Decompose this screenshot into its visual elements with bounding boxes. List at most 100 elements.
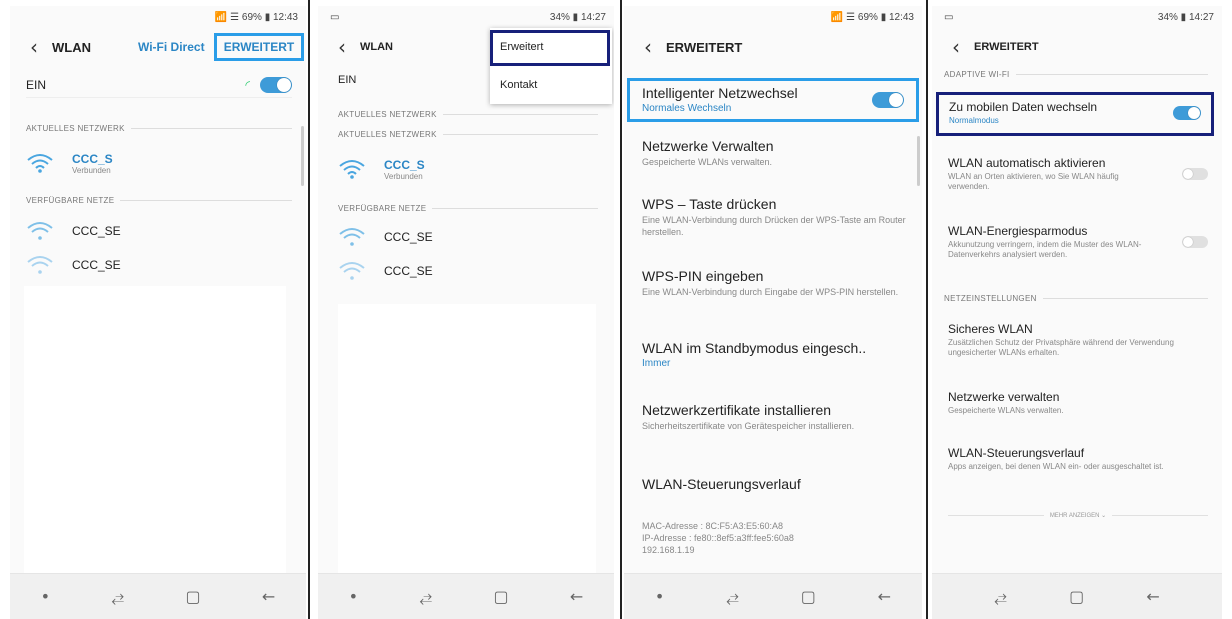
network-name: CCC_SE <box>384 264 433 278</box>
recent-apps-icon[interactable]: ⥄ <box>726 587 739 607</box>
wifi-icon <box>339 160 365 179</box>
loading-spinner-icon: ◜ <box>245 77 250 92</box>
secure-wlan-item[interactable]: Sicheres WLAN Zusätzlichen Schutz der Pr… <box>948 322 1208 358</box>
current-network-item[interactable]: CCC_S Verbunden <box>26 144 113 182</box>
home-icon[interactable]: ▢ <box>185 587 200 606</box>
section-network-settings: NETZEINSTELLUNGEN <box>944 294 1208 303</box>
recent-apps-icon[interactable]: ⥄ <box>111 587 124 607</box>
network-name: CCC_SE <box>384 230 433 244</box>
section-adaptive-wifi: ADAPTIVE WI-FI <box>944 70 1208 79</box>
back-icon[interactable]: ← <box>262 587 275 606</box>
recent-apps-icon[interactable]: ⥄ <box>994 587 1007 607</box>
intelligent-switch-row[interactable]: Intelligenter Netzwechsel Normales Wechs… <box>627 78 919 122</box>
mobile-data-switch-row[interactable]: Zu mobilen Daten wechseln Normalmodus <box>936 92 1214 136</box>
item-subtitle: Normalmodus <box>949 116 999 125</box>
item-title: WLAN-Steuerungsverlauf <box>642 476 801 492</box>
item-title: WLAN automatisch aktivieren <box>948 156 1106 170</box>
item-subtitle: Immer <box>642 358 671 369</box>
status-bar: ▭ 34% ▮ 14:27 <box>330 11 606 23</box>
wifi-icon <box>27 222 53 240</box>
scrollbar[interactable] <box>301 126 304 186</box>
back-arrow-icon[interactable]: ‹ <box>20 35 48 59</box>
nav-bar: ⥄ ▢ ← <box>932 573 1222 619</box>
home-icon[interactable]: ▢ <box>1069 587 1084 606</box>
energy-saving-item[interactable]: WLAN-Energiesparmodus Akkunutzung verrin… <box>948 224 1208 260</box>
manage-networks-item[interactable]: Netzwerke verwalten Gespeicherte WLANs v… <box>948 390 1208 416</box>
wlan-toggle-row[interactable]: EIN ◜ <box>26 72 292 98</box>
network-name: CCC_S <box>72 151 113 166</box>
toggle-label: EIN <box>26 77 47 92</box>
item-subtitle: Zusätzlichen Schutz der Privatsphäre wäh… <box>948 338 1174 357</box>
dot-icon[interactable]: • <box>655 587 664 606</box>
wifi-icon <box>27 256 53 274</box>
network-status: Verbunden <box>72 165 111 175</box>
back-arrow-icon[interactable]: ‹ <box>328 35 356 59</box>
show-more-row[interactable]: MEHR ANZEIGEN ⌄ <box>948 512 1208 519</box>
recent-apps-icon[interactable]: ⥄ <box>419 587 432 607</box>
show-more-button[interactable]: MEHR ANZEIGEN ⌄ <box>1050 512 1106 519</box>
intelligent-switch-toggle[interactable] <box>872 92 904 108</box>
screen-erweitert: 📶 ☰ 69% ▮ 12:43 ‹ ERWEITERT Intelligente… <box>624 6 922 619</box>
available-network-item[interactable]: CCC_SE <box>338 252 433 290</box>
item-title: Netzwerke Verwalten <box>642 138 774 154</box>
item-subtitle: Apps anzeigen, bei denen WLAN ein- oder … <box>948 462 1164 471</box>
status-bar: 📶 ☰ 69% ▮ 12:43 <box>830 11 914 23</box>
toggle-label: EIN <box>338 74 357 86</box>
back-icon[interactable]: ← <box>570 587 583 606</box>
wps-button-item[interactable]: WPS – Taste drücken Eine WLAN-Verbindung… <box>642 196 908 238</box>
status-bar: 📶 ☰ 69% ▮ 12:43 <box>214 11 298 23</box>
home-icon[interactable]: ▢ <box>493 587 508 606</box>
panel-divider <box>308 0 310 619</box>
control-history-item[interactable]: WLAN-Steuerungsverlauf Apps anzeigen, be… <box>948 446 1208 472</box>
app-bar: ‹ ERWEITERT <box>624 30 922 64</box>
section-current-network: AKTUELLES NETZWERK <box>338 130 598 139</box>
panel-divider <box>926 0 928 619</box>
screen-wlan: 📶 ☰ 69% ▮ 12:43 ‹ WLAN Wi-Fi Direct ERWE… <box>10 6 306 619</box>
available-network-item[interactable]: CCC_SE <box>338 218 433 256</box>
standby-mode-item[interactable]: WLAN im Standbymodus eingesch.. Immer <box>642 340 908 370</box>
nav-bar: • ⥄ ▢ ← <box>318 573 614 619</box>
item-title: Netzwerkzertifikate installieren <box>642 402 832 418</box>
mobile-data-toggle[interactable] <box>1173 106 1201 120</box>
back-icon[interactable]: ← <box>878 587 891 606</box>
item-subtitle: Akkunutzung verringern, indem die Muster… <box>948 240 1142 259</box>
menu-item-kontakt[interactable]: Kontakt <box>490 66 612 104</box>
back-icon[interactable]: ← <box>1146 587 1159 606</box>
scrollbar[interactable] <box>917 136 920 186</box>
item-subtitle: Gespeicherte WLANs verwalten. <box>642 157 773 167</box>
page-title: ERWEITERT <box>974 41 1039 53</box>
install-certificates-item[interactable]: Netzwerkzertifikate installieren Sicherh… <box>642 402 908 432</box>
control-history-item[interactable]: WLAN-Steuerungsverlauf <box>642 476 908 492</box>
dot-icon[interactable]: • <box>41 587 50 606</box>
current-network-item[interactable]: CCC_S Verbunden <box>338 150 425 188</box>
screen-wlan-menu: ▭ 34% ▮ 14:27 ‹ WLAN EIN AKTUELLES NETZW… <box>318 6 614 619</box>
mac-address: MAC-Adresse : 8C:F5:A3:E5:60:A8 <box>642 521 784 531</box>
back-arrow-icon[interactable]: ‹ <box>634 35 662 59</box>
section-current-network: AKTUELLES NETZWERK <box>338 110 598 119</box>
auto-enable-toggle[interactable] <box>1182 168 1208 180</box>
energy-saving-toggle[interactable] <box>1182 236 1208 248</box>
available-network-item[interactable]: CCC_SE <box>26 212 121 250</box>
redacted-area <box>24 286 286 576</box>
page-title: ERWEITERT <box>666 39 743 55</box>
notification-icon: ▭ <box>944 11 954 23</box>
item-subtitle: WLAN an Orten aktivieren, wo Sie WLAN hä… <box>948 172 1119 191</box>
available-network-item[interactable]: CCC_SE <box>26 246 121 284</box>
back-arrow-icon[interactable]: ‹ <box>942 35 970 59</box>
wifi-direct-button[interactable]: Wi-Fi Direct <box>138 40 205 54</box>
item-title: WLAN-Steuerungsverlauf <box>948 446 1085 460</box>
dot-icon[interactable]: • <box>349 587 358 606</box>
screen-erweitert-adaptive: ▭ 34% ▮ 14:27 ‹ ERWEITERT ADAPTIVE WI-FI… <box>932 6 1222 619</box>
section-current-network: AKTUELLES NETZWERK <box>26 124 292 133</box>
page-title: WLAN <box>360 41 393 53</box>
erweitert-button[interactable]: ERWEITERT <box>214 33 304 61</box>
wps-pin-item[interactable]: WPS-PIN eingeben Eine WLAN-Verbindung du… <box>642 268 908 298</box>
auto-enable-wlan-item[interactable]: WLAN automatisch aktivieren WLAN an Orte… <box>948 156 1208 192</box>
notification-icon: ▭ <box>330 11 340 23</box>
wifi-icon <box>339 228 365 246</box>
wlan-switch[interactable] <box>260 76 292 93</box>
netzwerke-verwalten-item[interactable]: Netzwerke Verwalten Gespeicherte WLANs v… <box>642 138 908 168</box>
home-icon[interactable]: ▢ <box>801 587 816 606</box>
wifi-icon <box>339 262 365 280</box>
item-title: Zu mobilen Daten wechseln <box>949 100 1098 114</box>
